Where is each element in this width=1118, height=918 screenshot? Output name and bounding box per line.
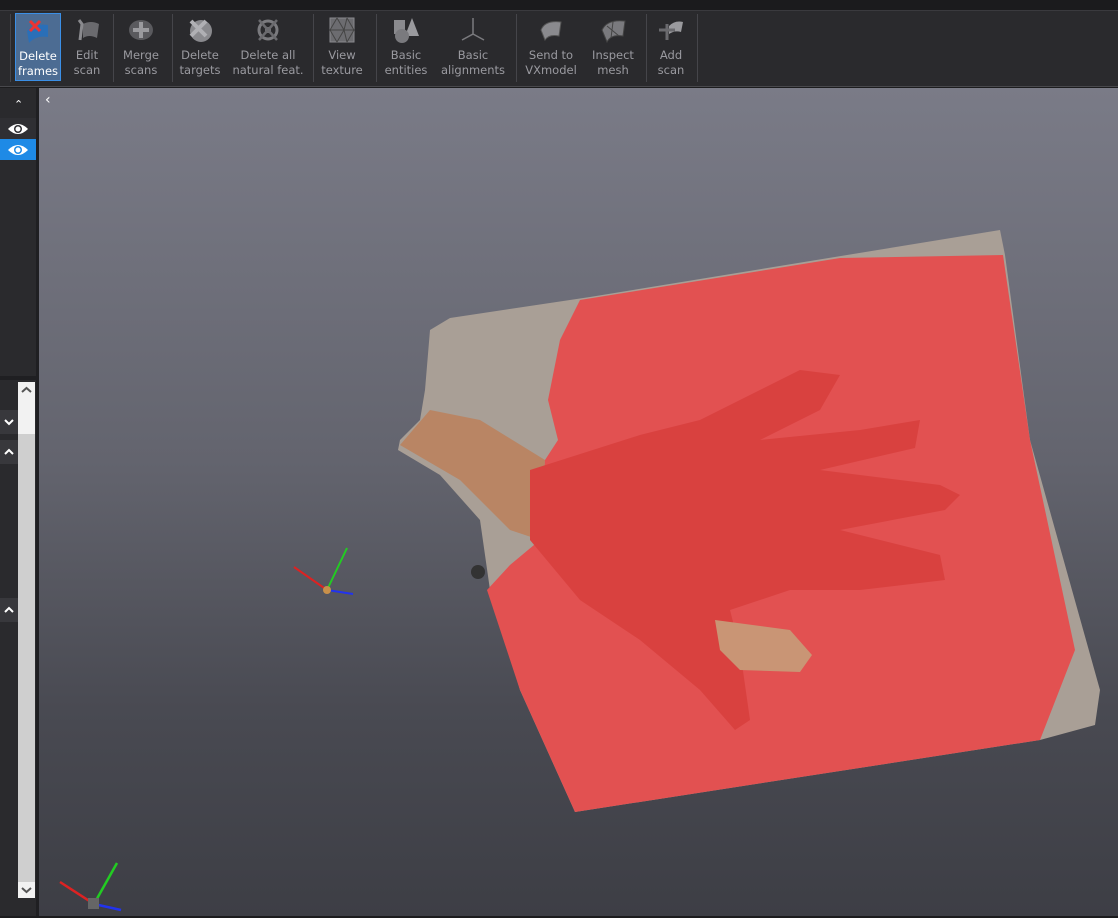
delete-frames-button[interactable]: Delete frames [15, 13, 61, 81]
toolbar: Delete frames Edit scan Merge scans Delete t… [0, 11, 1118, 87]
send-to-vxmodel-button[interactable]: Send to VXmodel [522, 13, 580, 81]
scan-model[interactable] [39, 88, 1118, 916]
button-label: texture [321, 63, 363, 77]
view-texture-icon [329, 17, 355, 43]
eye-icon [8, 144, 28, 155]
edit-scan-icon [77, 19, 99, 41]
merge-scans-icon [129, 20, 153, 40]
toolbar-separator [172, 14, 173, 82]
delete-targets-icon [189, 19, 212, 42]
button-label: scans [124, 63, 158, 77]
toolbar-separator [697, 14, 698, 82]
chevron-up-icon [4, 606, 14, 613]
panel-splitter[interactable] [0, 376, 36, 380]
scroll-up-icon[interactable] [21, 386, 32, 394]
visibility-toggle-selected[interactable] [0, 139, 36, 160]
toolbar-separator [313, 14, 314, 82]
button-label: Basic [457, 48, 489, 62]
basic-entities-icon [394, 18, 419, 43]
toolbar-separator [113, 14, 114, 82]
add-scan-icon [659, 21, 683, 40]
view-texture-button[interactable]: View texture [318, 13, 366, 81]
basic-alignments-button[interactable]: Basic alignments [438, 13, 508, 81]
collapse-section-button[interactable] [0, 598, 18, 622]
button-label: View [328, 48, 356, 62]
toolbar-separator [376, 14, 377, 82]
vertical-scrollbar[interactable] [18, 382, 35, 898]
delete-targets-button[interactable]: Delete targets [176, 13, 224, 81]
basic-alignments-icon [461, 18, 485, 41]
button-label: Edit [75, 48, 99, 62]
chevron-up-icon [4, 448, 14, 455]
edit-scan-button[interactable]: Edit scan [64, 13, 110, 81]
delete-natural-features-icon [257, 19, 279, 41]
3d-viewport[interactable]: ‹ [39, 88, 1118, 916]
button-label: frames [17, 64, 59, 78]
button-label: alignments [440, 63, 506, 77]
delete-frames-icon [27, 19, 48, 43]
button-label: scan [657, 63, 685, 77]
orientation-axis-triad-icon [59, 862, 122, 912]
button-label: Inspect [592, 48, 634, 62]
expand-section-button[interactable] [0, 410, 18, 434]
toolbar-separator [10, 14, 11, 82]
button-label: Add [659, 48, 683, 62]
collapse-section-button[interactable] [0, 440, 18, 464]
button-label: mesh [597, 63, 629, 77]
visibility-toggle[interactable] [0, 118, 36, 139]
toolbar-separator [646, 14, 647, 82]
title-bar [0, 0, 1118, 11]
basic-entities-button[interactable]: Basic entities [382, 13, 430, 81]
scene-axis-triad-icon [293, 547, 354, 595]
button-label: Delete [19, 49, 57, 63]
delete-all-natural-features-button[interactable]: Delete all natural feat. [232, 13, 304, 81]
button-label: VXmodel [525, 63, 577, 77]
collapse-chevron-up-icon[interactable]: ⌃ [14, 98, 23, 111]
button-label: scan [73, 63, 101, 77]
button-label: Send to [528, 48, 574, 62]
button-label: targets [179, 63, 221, 77]
button-label: Delete all [240, 48, 296, 62]
button-label: Delete [181, 48, 219, 62]
button-label: Basic [390, 48, 422, 62]
button-label: Merge [123, 48, 159, 62]
toolbar-separator [516, 14, 517, 82]
inspect-mesh-icon [601, 20, 626, 44]
add-scan-button[interactable]: Add scan [650, 13, 692, 81]
merge-scans-button[interactable]: Merge scans [118, 13, 164, 81]
button-label: natural feat. [232, 63, 304, 77]
inspect-mesh-button[interactable]: Inspect mesh [588, 13, 638, 81]
chevron-down-icon [4, 419, 14, 426]
button-label: entities [384, 63, 428, 77]
scroll-down-icon[interactable] [21, 886, 32, 894]
eye-icon [8, 123, 28, 134]
send-to-vxmodel-icon [540, 21, 562, 42]
